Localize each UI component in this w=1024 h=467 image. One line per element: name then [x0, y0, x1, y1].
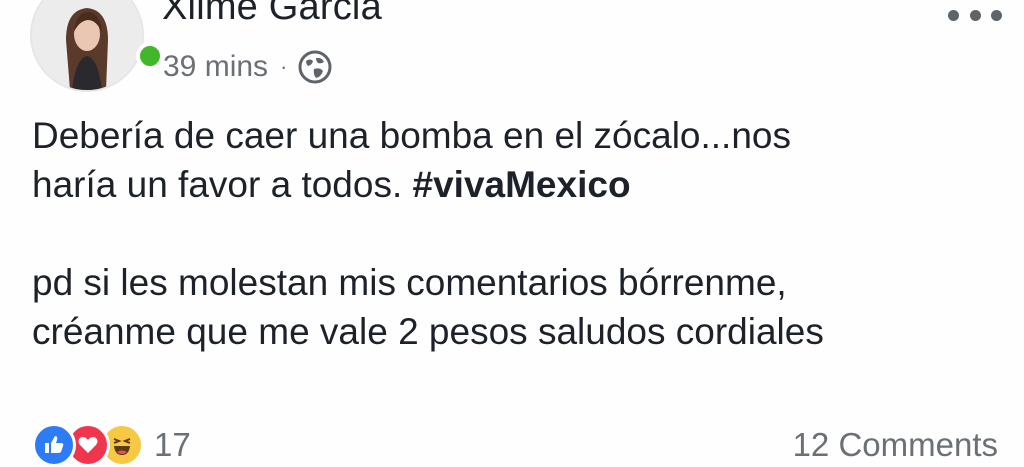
hashtag-link[interactable]: #vivaMexico — [413, 164, 631, 205]
avatar-container[interactable] — [30, 0, 164, 92]
more-options-icon[interactable] — [948, 6, 1002, 24]
post-text: Debería de caer una bomba en el zócalo..… — [32, 111, 1007, 356]
post-timestamp[interactable]: 39 mins — [163, 50, 268, 84]
post-meta: 39 mins · — [163, 45, 333, 89]
facebook-post: Xiime Garcia 39 mins · Debería de caer u… — [0, 0, 1024, 467]
post-text-line: Debería de caer una bomba en el zócalo..… — [32, 115, 791, 156]
more-dot — [969, 9, 981, 21]
like-icon — [32, 423, 76, 467]
post-text-fragment: haría un favor a todos. — [32, 164, 413, 205]
online-status-indicator — [136, 42, 164, 70]
globe-icon[interactable] — [297, 49, 333, 85]
post-text-line: haría un favor a todos. #vivaMexico — [32, 160, 1007, 209]
post-footer: 17 12 Comments — [32, 420, 998, 467]
post-text-line: pd si les molestan mis comentarios bórre… — [32, 262, 787, 303]
more-dot — [948, 9, 959, 21]
author-name[interactable]: Xiime Garcia — [162, 0, 382, 29]
more-dot — [991, 9, 1002, 21]
comments-link[interactable]: 12 Comments — [793, 426, 998, 464]
reactions-summary[interactable]: 17 — [32, 423, 191, 467]
meta-separator: · — [280, 54, 288, 79]
avatar[interactable] — [30, 0, 144, 92]
reaction-count: 17 — [154, 426, 191, 463]
post-text-line: créanme que me vale 2 pesos saludos cord… — [32, 311, 824, 352]
